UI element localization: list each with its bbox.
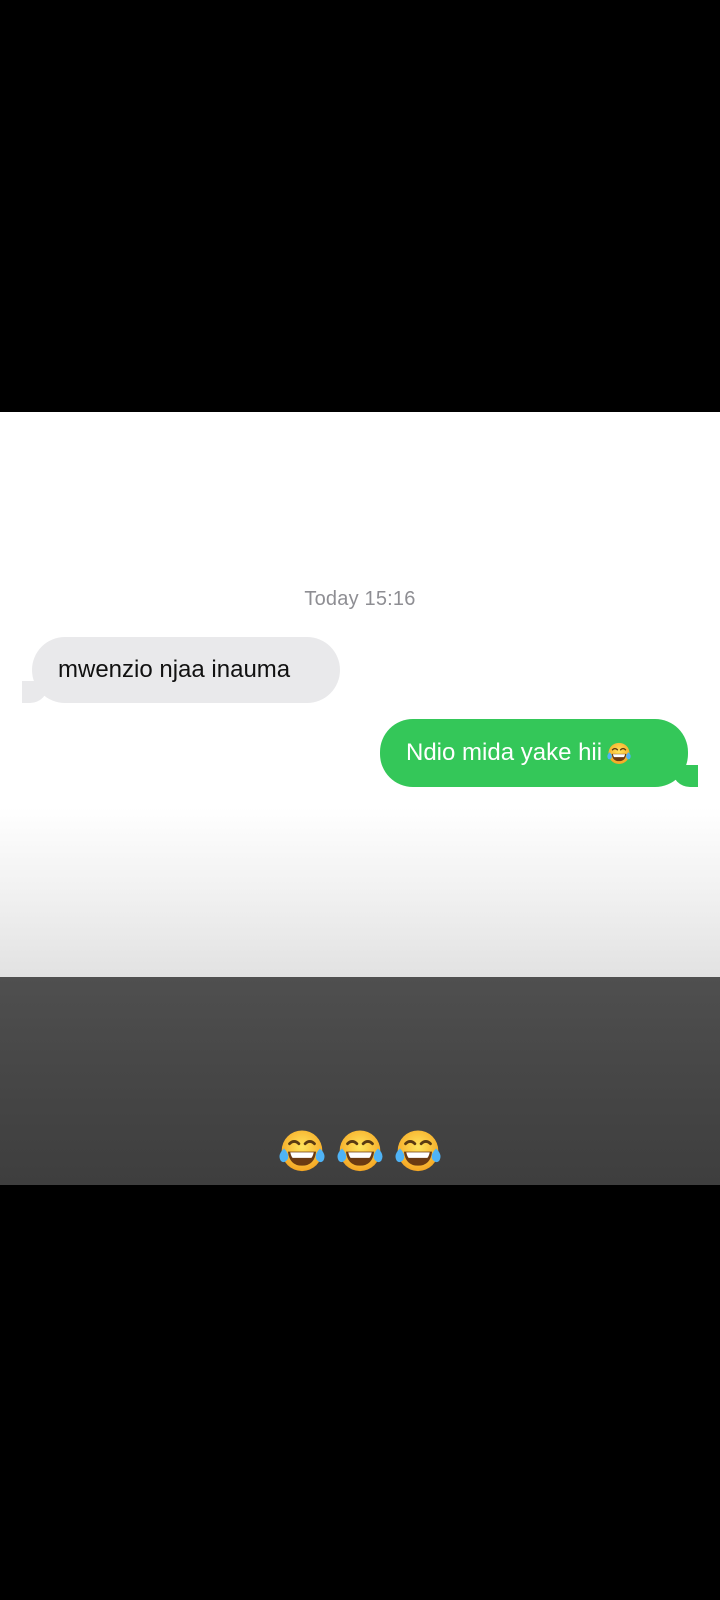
tears-of-joy-icon [393,1125,443,1175]
chat-screenshot: Today 15:16 mwenzio njaa inauma Ndio mid… [0,412,720,977]
caption-emoji-row [0,1125,720,1175]
incoming-message-bubble[interactable]: mwenzio njaa inauma [8,637,340,705]
tears-of-joy-icon [335,1125,385,1175]
story-caption [0,977,720,1185]
tears-of-joy-icon [277,1125,327,1175]
bottom-black-band [0,1185,720,1600]
outgoing-message-bubble[interactable]: Ndio mida yake hii [380,719,712,789]
outgoing-message-text: Ndio mida yake hii [406,739,603,766]
app-frame: Today 15:16 mwenzio njaa inauma Ndio mid… [0,0,720,1600]
message-timestamp: Today 15:16 [304,588,416,610]
top-black-band [0,0,720,412]
incoming-message-text: mwenzio njaa inauma [58,656,291,683]
tears-of-joy-icon [606,740,632,766]
